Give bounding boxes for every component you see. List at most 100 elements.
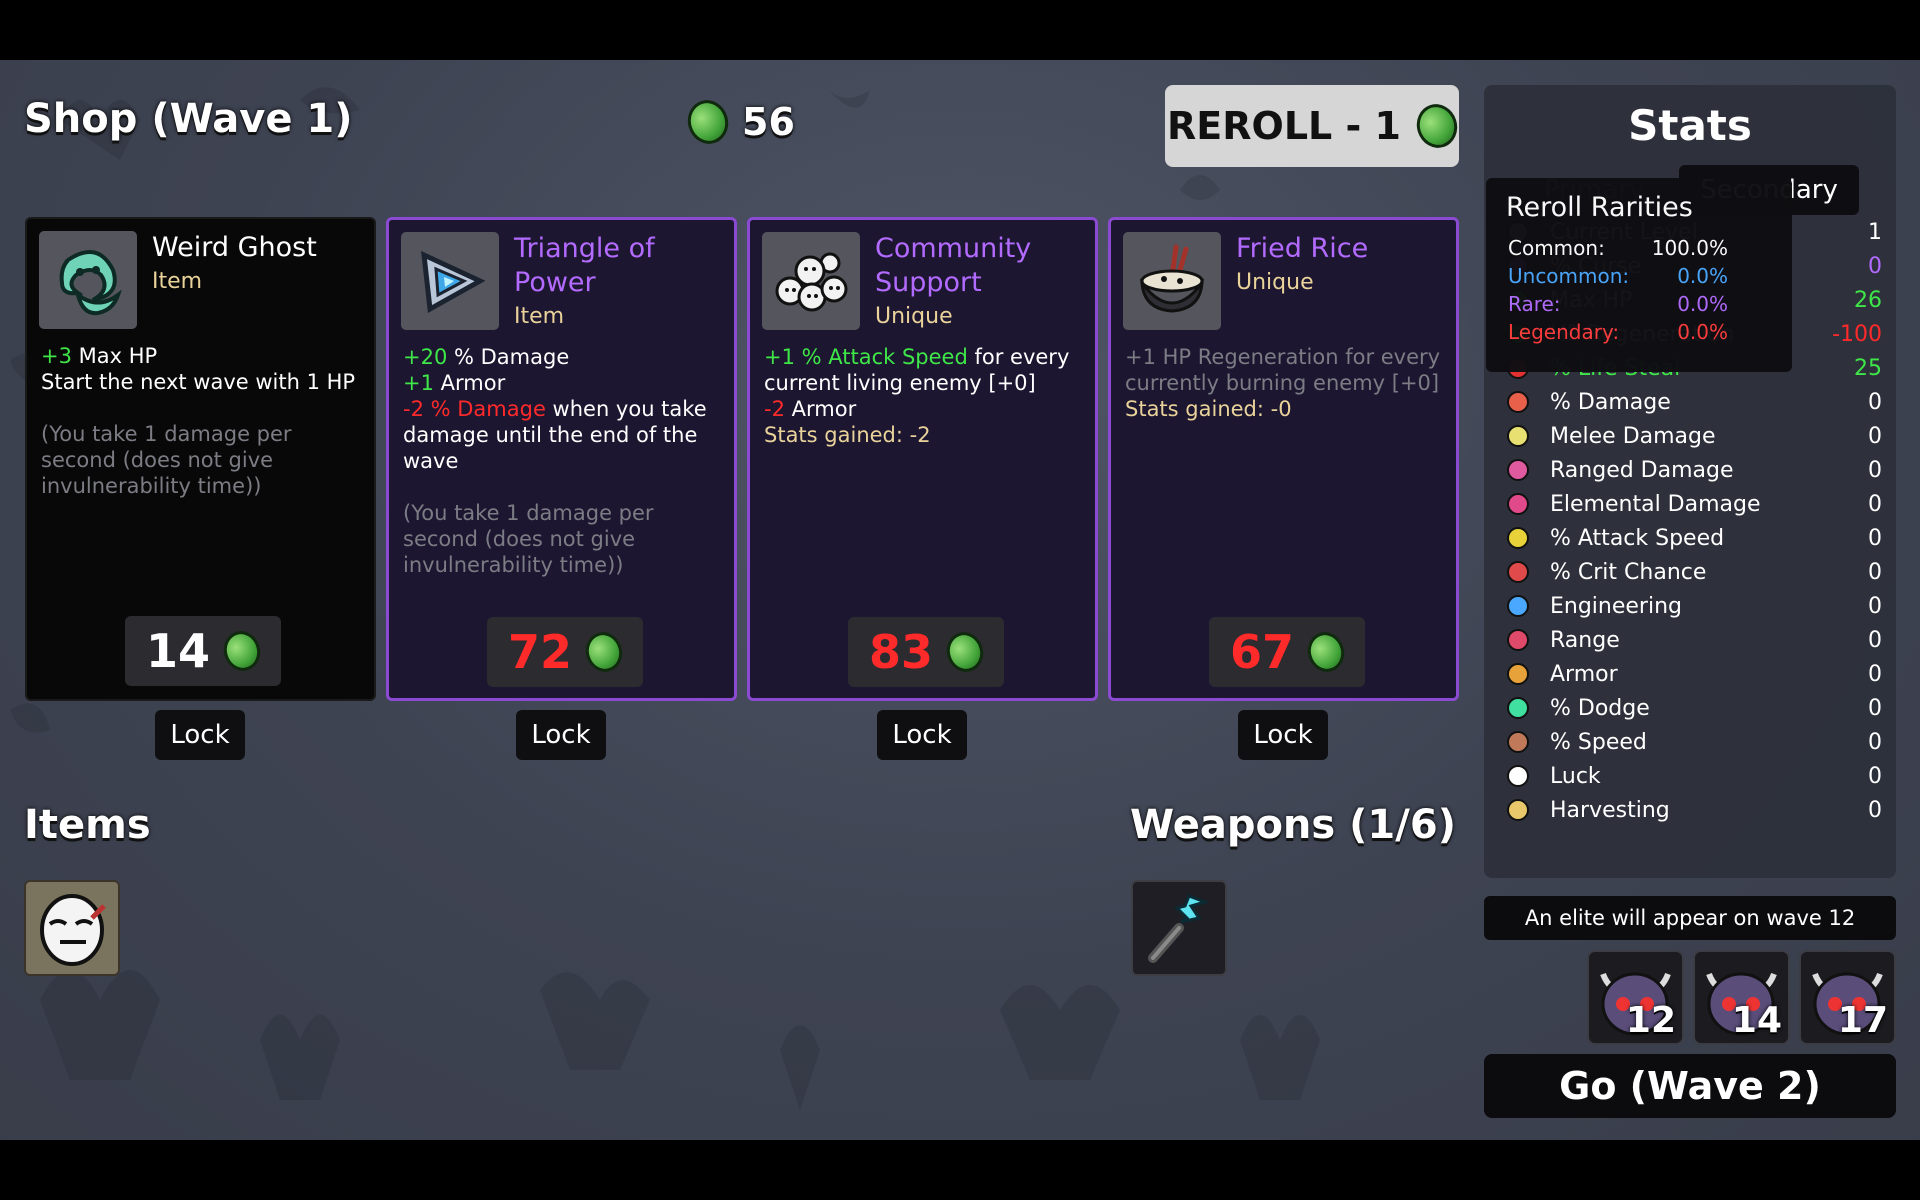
elite-wave-17: 17 <box>1799 950 1896 1045</box>
weapons-title: Weapons (1/6) <box>1130 802 1456 848</box>
stats-gained-text: Stats gained: -0 <box>1125 397 1292 421</box>
elite-wave-number: 12 <box>1625 1000 1676 1041</box>
note-text: (You take 1 damage per second (does not … <box>41 422 292 498</box>
elite-wave-12: 12 <box>1587 950 1684 1045</box>
card-type: Item <box>514 304 565 329</box>
shop-title: Shop (Wave 1) <box>24 96 353 142</box>
lock-button-fried-rice[interactable]: Lock <box>1238 710 1328 760</box>
elite-wave-number: 17 <box>1837 1000 1888 1041</box>
materials-amount: 56 <box>742 100 795 144</box>
card-name: Triangle of Power <box>514 233 655 298</box>
stat-malus-value: -2 <box>764 397 785 421</box>
game-screen: Shop (Wave 1) 56 REROLL - 1 Weird Ghost … <box>0 60 1920 1140</box>
fried-rice-icon <box>1123 232 1221 330</box>
elite-banner: An elite will appear on wave 12 <box>1484 896 1896 940</box>
stat-bonus-label: % Damage <box>447 345 570 369</box>
egg-character-icon <box>40 894 106 966</box>
price-value: 83 <box>868 625 933 679</box>
card-type: Unique <box>1236 270 1314 295</box>
stat-value: 0 <box>1868 593 1882 619</box>
shop-card-fried-rice[interactable]: Fried Rice Unique +1 HP Regeneration for… <box>1108 217 1459 701</box>
stat-label: Elemental Damage <box>1550 491 1761 517</box>
luck-icon <box>1504 762 1532 790</box>
lock-button-triangle-of-power[interactable]: Lock <box>516 710 606 760</box>
stat-row: Engineering 0 <box>1504 589 1882 623</box>
card-type: Unique <box>875 304 953 329</box>
lightning-weapon-icon <box>1148 894 1210 963</box>
material-icon <box>1411 98 1463 154</box>
elite-wave-14: 14 <box>1693 950 1790 1045</box>
material-icon <box>1302 627 1350 677</box>
stat-row: Elemental Damage 0 <box>1504 487 1882 521</box>
stats-title: Stats <box>1628 101 1752 150</box>
stat-label: Ranged Damage <box>1550 457 1734 483</box>
card-description: +1 % Attack Speed for every current livi… <box>764 344 1089 448</box>
stat-value: 26 <box>1854 287 1882 313</box>
stat-bonus-value: +1 <box>403 371 434 395</box>
price-value: 67 <box>1229 625 1294 679</box>
weapon-slot-1[interactable] <box>1131 880 1227 976</box>
stat-label: Luck <box>1550 763 1601 789</box>
shop-card-weird-ghost[interactable]: Weird Ghost Item +3 Max HP Start the nex… <box>25 217 376 701</box>
stat-row: Harvesting 0 <box>1504 793 1882 827</box>
stat-value: 25 <box>1854 355 1882 381</box>
armor-icon <box>1504 660 1532 688</box>
stat-label: % Crit Chance <box>1550 559 1707 585</box>
stat-value: 0 <box>1868 559 1882 585</box>
stat-value: 0 <box>1868 729 1882 755</box>
rarity-rare: Rare: 0.0% <box>1508 292 1728 316</box>
stat-value: 0 <box>1868 797 1882 823</box>
stat-label: Armor <box>1550 661 1618 687</box>
card-title: Community Support Unique <box>875 232 1090 334</box>
ranged-damage-icon <box>1504 456 1532 484</box>
card-description: +3 Max HP Start the next wave with 1 HP … <box>41 343 366 499</box>
harvesting-icon <box>1504 796 1532 824</box>
speed-icon <box>1504 728 1532 756</box>
materials-counter: 56 <box>682 94 795 150</box>
stat-malus-value: -2 % Damage <box>403 397 546 421</box>
stat-label: % Speed <box>1550 729 1647 755</box>
reroll-label: REROLL - 1 <box>1167 104 1401 148</box>
shop-card-community-support[interactable]: Community Support Unique +1 % Attack Spe… <box>747 217 1098 701</box>
price-tag: 83 <box>848 617 1004 687</box>
stat-value: 0 <box>1868 525 1882 551</box>
stat-value: 0 <box>1868 627 1882 653</box>
item-slot-egg[interactable] <box>24 880 120 976</box>
community-support-icon <box>762 232 860 330</box>
stat-value: 0 <box>1868 457 1882 483</box>
stat-value: 0 <box>1868 661 1882 687</box>
stat-row: Range 0 <box>1504 623 1882 657</box>
material-icon <box>580 627 628 677</box>
go-next-wave-button[interactable]: Go (Wave 2) <box>1484 1054 1896 1118</box>
crit-chance-icon <box>1504 558 1532 586</box>
stat-value: 0 <box>1868 695 1882 721</box>
stat-bonus-value: +1 % Attack Speed <box>764 345 968 369</box>
range-icon <box>1504 626 1532 654</box>
reroll-button[interactable]: REROLL - 1 <box>1165 85 1463 167</box>
stat-bonus-value: +3 <box>41 344 72 368</box>
attack-speed-icon <box>1504 524 1532 552</box>
stat-label: Range <box>1550 627 1620 653</box>
stat-label: Engineering <box>1550 593 1682 619</box>
material-icon <box>941 627 989 677</box>
stat-row: % Damage 0 <box>1504 385 1882 419</box>
stat-label: % Attack Speed <box>1550 525 1725 551</box>
lock-button-weird-ghost[interactable]: Lock <box>155 710 245 760</box>
lock-button-community-support[interactable]: Lock <box>877 710 967 760</box>
elemental-damage-icon <box>1504 490 1532 518</box>
stat-label: % Damage <box>1550 389 1671 415</box>
stats-gained-text: Stats gained: -2 <box>764 423 931 447</box>
effect-text: Start the next wave with 1 HP <box>41 370 356 394</box>
card-name: Community Support <box>875 233 1032 298</box>
stat-label: % Dodge <box>1550 695 1650 721</box>
rarity-legendary: Legendary: 0.0% <box>1508 320 1728 344</box>
shop-card-triangle-of-power[interactable]: Triangle of Power Item +20 % Damage +1 A… <box>386 217 737 701</box>
material-icon <box>218 626 266 676</box>
stat-bonus-value: +20 <box>403 345 448 369</box>
stat-value: -100 <box>1832 321 1882 347</box>
stat-row: Luck 0 <box>1504 759 1882 793</box>
stat-row: % Attack Speed 0 <box>1504 521 1882 555</box>
stat-value: 0 <box>1868 389 1882 415</box>
price-value: 14 <box>145 624 210 678</box>
card-type: Item <box>152 269 203 294</box>
